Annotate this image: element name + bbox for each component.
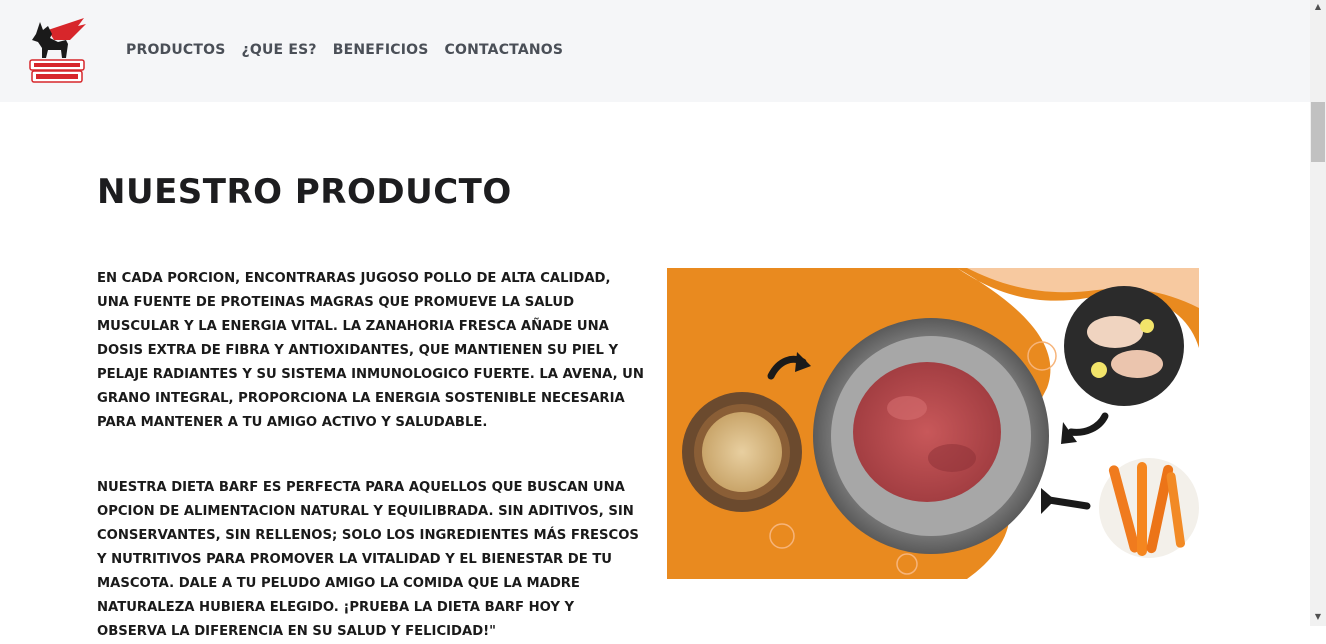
carrot-ingredient-icon (1099, 458, 1199, 558)
brand-logo[interactable] (28, 14, 88, 84)
product-ingredients-image (667, 268, 1199, 579)
barf-meat-bowl-icon (813, 318, 1049, 554)
scrollbar-track[interactable] (1310, 0, 1326, 626)
product-description-paragraph-2: NUESTRA DIETA BARF ES PERFECTA PARA AQUE… (97, 480, 639, 639)
scroll-down-arrow-icon[interactable]: ▼ (1312, 612, 1324, 622)
section-title: NUESTRO PRODUCTO (97, 172, 512, 212)
nav-link-contactanos[interactable]: CONTACTANOS (445, 42, 564, 58)
nav-link-beneficios[interactable]: BENEFICIOS (333, 42, 429, 58)
main-nav: PRODUCTOS ¿QUE ES? BENEFICIOS CONTACTANO… (126, 42, 563, 58)
oats-ingredient-icon (682, 392, 802, 512)
nav-link-que-es[interactable]: ¿QUE ES? (242, 42, 317, 58)
scrollbar-thumb[interactable] (1311, 102, 1325, 162)
product-description-paragraph-1: EN CADA PORCION, ENCONTRARAS JUGOSO POLL… (97, 271, 644, 430)
scroll-up-arrow-icon[interactable]: ▲ (1312, 2, 1324, 12)
scottie-dog-logo-icon (29, 18, 86, 83)
navbar: PRODUCTOS ¿QUE ES? BENEFICIOS CONTACTANO… (0, 0, 1310, 102)
nav-link-productos[interactable]: PRODUCTOS (126, 42, 226, 58)
chicken-ingredient-icon (1064, 286, 1184, 406)
